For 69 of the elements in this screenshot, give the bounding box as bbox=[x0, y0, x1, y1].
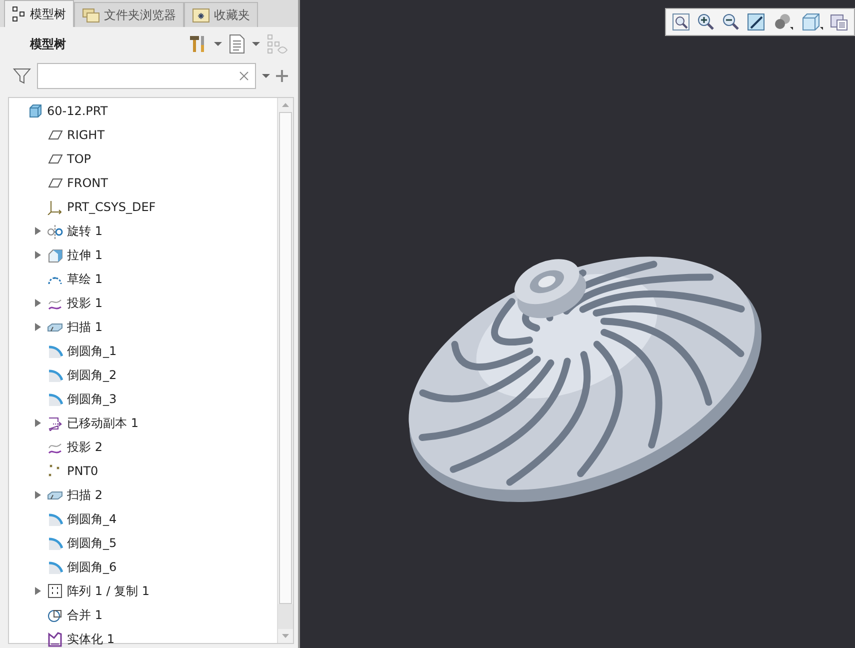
moved-copy-icon bbox=[47, 415, 63, 431]
tree-item[interactable]: 投影 1 bbox=[67, 294, 102, 312]
repaint-icon[interactable] bbox=[747, 13, 765, 31]
tree-item[interactable]: 倒圆角_6 bbox=[67, 558, 117, 576]
panel-title: 模型树 bbox=[30, 36, 66, 52]
add-icon[interactable] bbox=[276, 70, 288, 82]
layers-icon[interactable] bbox=[830, 13, 848, 31]
extrude-icon bbox=[47, 247, 63, 263]
zoom-fit-icon[interactable] bbox=[672, 13, 690, 31]
tree-item[interactable]: 倒圆角_1 bbox=[67, 342, 117, 360]
tree-item[interactable]: 阵列 1 / 复制 1 bbox=[67, 582, 150, 600]
caret-icon[interactable] bbox=[262, 73, 270, 79]
tree-item[interactable]: 旋转 1 bbox=[67, 222, 102, 240]
round-icon bbox=[47, 511, 63, 527]
pattern-icon bbox=[47, 583, 63, 599]
expand-arrow-icon[interactable] bbox=[34, 418, 42, 428]
tree-item[interactable]: 草绘 1 bbox=[67, 270, 102, 288]
tree-item[interactable]: FRONT bbox=[67, 176, 108, 190]
zoom-out-icon[interactable] bbox=[722, 13, 740, 31]
tree-item[interactable]: 已移动副本 1 bbox=[67, 414, 138, 432]
caret-icon[interactable] bbox=[252, 41, 260, 47]
tree-item[interactable]: 60-12.PRT bbox=[47, 104, 108, 118]
part-cube-icon bbox=[27, 103, 43, 119]
list-icon[interactable] bbox=[228, 34, 246, 54]
filter-icon[interactable] bbox=[13, 67, 31, 85]
tree-item[interactable]: 倒圆角_4 bbox=[67, 510, 117, 528]
shading-icon[interactable] bbox=[772, 13, 794, 31]
solidify-icon bbox=[47, 631, 63, 647]
tree-item[interactable]: PRT_CSYS_DEF bbox=[67, 200, 156, 214]
folders-icon bbox=[82, 7, 100, 23]
tree-item[interactable]: 拉伸 1 bbox=[67, 246, 102, 264]
tree-icon bbox=[12, 6, 26, 22]
tree-item[interactable]: RIGHT bbox=[67, 128, 105, 142]
expand-arrow-icon[interactable] bbox=[34, 298, 42, 308]
expand-arrow-icon[interactable] bbox=[34, 250, 42, 260]
tree-item[interactable]: 倒圆角_2 bbox=[67, 366, 117, 384]
round-icon bbox=[47, 559, 63, 575]
merge-icon bbox=[47, 607, 63, 623]
clear-icon[interactable] bbox=[239, 71, 250, 81]
tree-item[interactable]: 投影 2 bbox=[67, 438, 102, 456]
tree-item[interactable]: 扫描 1 bbox=[67, 318, 102, 336]
panel-tab[interactable]: 收藏夹 bbox=[184, 2, 258, 27]
panel-tab[interactable]: 文件夹浏览器 bbox=[74, 2, 184, 27]
viewport[interactable] bbox=[300, 0, 855, 648]
favorites-folder-icon bbox=[192, 7, 210, 23]
revolve-icon bbox=[47, 223, 63, 239]
tree-item[interactable]: 倒圆角_5 bbox=[67, 534, 117, 552]
scrollbar[interactable] bbox=[277, 98, 293, 643]
cube-icon[interactable] bbox=[801, 13, 823, 31]
expand-arrow-icon[interactable] bbox=[34, 490, 42, 500]
round-icon bbox=[47, 367, 63, 383]
caret-icon[interactable] bbox=[214, 41, 222, 47]
zoom-in-icon[interactable] bbox=[697, 13, 715, 31]
tree-item[interactable]: 扫描 2 bbox=[67, 486, 102, 504]
round-icon bbox=[47, 391, 63, 407]
tree-item[interactable]: 合并 1 bbox=[67, 606, 102, 624]
expand-arrow-icon[interactable] bbox=[34, 226, 42, 236]
tree-item[interactable]: 实体化 1 bbox=[67, 630, 114, 648]
expand-arrow-icon[interactable] bbox=[34, 322, 42, 332]
tree-item[interactable]: 倒圆角_3 bbox=[67, 390, 117, 408]
search-field[interactable] bbox=[36, 63, 256, 89]
panel-tab[interactable]: 模型树 bbox=[4, 0, 74, 27]
tree-item[interactable]: PNT0 bbox=[67, 464, 98, 478]
round-icon bbox=[47, 535, 63, 551]
round-icon bbox=[47, 343, 63, 359]
scrollbar-thumb[interactable] bbox=[279, 112, 292, 604]
expand-arrow-icon[interactable] bbox=[34, 586, 42, 596]
tree-item[interactable]: TOP bbox=[67, 152, 92, 166]
axes-icon bbox=[47, 199, 63, 215]
